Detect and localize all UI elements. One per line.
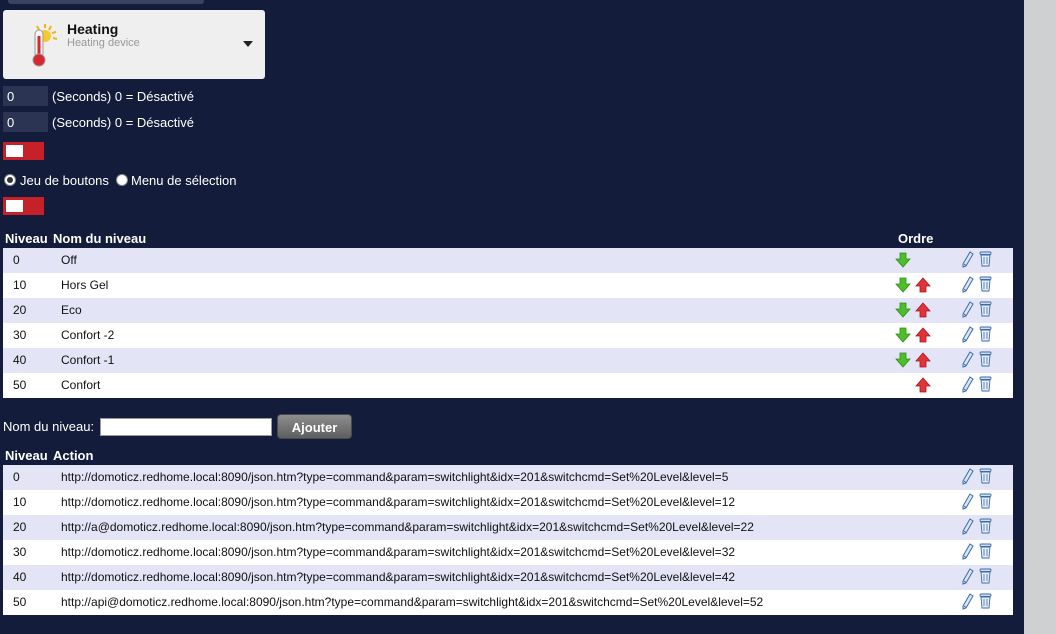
actions-value-cell: http://domoticz.redhome.local:8090/json.… <box>51 465 891 490</box>
arrow-down-icon[interactable] <box>895 252 911 268</box>
trash-icon[interactable] <box>979 593 992 609</box>
table-row: 40 Confort -1 <box>3 348 1013 373</box>
levels-level-cell: 30 <box>3 323 51 348</box>
device-selector[interactable]: Heating Heating device <box>3 10 265 79</box>
radio-menu-label: Menu de sélection <box>131 173 237 188</box>
radio-buttons-style[interactable] <box>4 174 16 186</box>
trash-icon[interactable] <box>979 518 992 534</box>
actions-header-level: Niveau <box>5 448 48 463</box>
delay-hint-1: (Seconds) 0 = Désactivé <box>52 89 194 104</box>
pencil-icon[interactable] <box>960 468 974 485</box>
levels-value-cell: Confort <box>51 373 891 398</box>
arrow-up-icon[interactable] <box>915 302 931 318</box>
table-row: 50 Confort <box>3 373 1013 398</box>
actions-level-cell: 20 <box>3 515 51 540</box>
levels-level-cell: 40 <box>3 348 51 373</box>
device-name: Heating <box>67 21 119 37</box>
actions-value-cell: http://a@domoticz.redhome.local:8090/jso… <box>51 515 891 540</box>
device-subtitle: Heating device <box>67 37 140 49</box>
pencil-icon[interactable] <box>960 493 974 510</box>
arrow-down-icon[interactable] <box>895 352 911 368</box>
pencil-icon[interactable] <box>960 301 974 318</box>
arrow-down-icon[interactable] <box>895 277 911 293</box>
arrow-up-icon[interactable] <box>915 352 931 368</box>
pencil-icon[interactable] <box>960 251 974 268</box>
levels-value-cell: Hors Gel <box>51 273 891 298</box>
levels-header-name: Nom du niveau <box>53 231 147 246</box>
levels-header-level: Niveau <box>5 231 48 246</box>
arrow-up-icon[interactable] <box>915 327 931 343</box>
levels-header-order: Ordre <box>898 231 934 246</box>
levels-value-cell: Confort -2 <box>51 323 891 348</box>
pencil-icon[interactable] <box>960 351 974 368</box>
top-control-remnant <box>8 0 204 4</box>
trash-icon[interactable] <box>979 493 992 509</box>
levels-level-cell: 10 <box>3 273 51 298</box>
arrow-down-icon[interactable] <box>895 302 911 318</box>
trash-icon[interactable] <box>979 251 992 267</box>
level-name-input[interactable] <box>100 418 272 436</box>
levels-level-cell: 50 <box>3 373 51 398</box>
table-row: 10 Hors Gel <box>3 273 1013 298</box>
pencil-icon[interactable] <box>960 276 974 293</box>
actions-level-cell: 0 <box>3 465 51 490</box>
actions-value-cell: http://api@domoticz.redhome.local:8090/j… <box>51 590 891 615</box>
table-row: 20 http://a@domoticz.redhome.local:8090/j… <box>3 515 1013 540</box>
page-scrollbar[interactable] <box>1024 0 1056 634</box>
table-row: 50 http://api@domoticz.redhome.local:8090… <box>3 590 1013 615</box>
actions-value-cell: http://domoticz.redhome.local:8090/json.… <box>51 565 891 590</box>
table-row: 0 http://domoticz.redhome.local:8090/json… <box>3 465 1013 490</box>
trash-icon[interactable] <box>979 276 992 292</box>
levels-level-cell: 20 <box>3 298 51 323</box>
actions-level-cell: 30 <box>3 540 51 565</box>
table-row: 10 http://domoticz.redhome.local:8090/jso… <box>3 490 1013 515</box>
actions-value-cell: http://domoticz.redhome.local:8090/json.… <box>51 540 891 565</box>
trash-icon[interactable] <box>979 568 992 584</box>
chevron-down-icon[interactable] <box>243 41 253 47</box>
actions-header-action: Action <box>53 448 94 463</box>
table-row: 30 Confort -2 <box>3 323 1013 348</box>
trash-icon[interactable] <box>979 376 992 392</box>
pencil-icon[interactable] <box>960 568 974 585</box>
levels-value-cell: Confort -1 <box>51 348 891 373</box>
pencil-icon[interactable] <box>960 326 974 343</box>
pencil-icon[interactable] <box>960 376 974 393</box>
table-row: 20 Eco <box>3 298 1013 323</box>
pencil-icon[interactable] <box>960 543 974 560</box>
table-row: 0 Off <box>3 248 1013 273</box>
trash-icon[interactable] <box>979 301 992 317</box>
actions-value-cell: http://domoticz.redhome.local:8090/json.… <box>51 490 891 515</box>
arrow-up-icon[interactable] <box>915 277 931 293</box>
trash-icon[interactable] <box>979 351 992 367</box>
radio-buttons-label: Jeu de boutons <box>20 173 109 188</box>
levels-level-cell: 0 <box>3 248 51 273</box>
trash-icon[interactable] <box>979 543 992 559</box>
arrow-down-icon[interactable] <box>895 327 911 343</box>
thermometer-sun-icon <box>32 24 58 67</box>
levels-value-cell: Off <box>51 248 891 273</box>
actions-level-cell: 10 <box>3 490 51 515</box>
table-row: 40 http://domoticz.redhome.local:8090/jso… <box>3 565 1013 590</box>
add-level-button[interactable]: Ajouter <box>277 414 352 439</box>
actions-table: 0 http://domoticz.redhome.local:8090/json… <box>3 465 1013 615</box>
radio-menu-style[interactable] <box>116 174 128 186</box>
actions-level-cell: 40 <box>3 565 51 590</box>
trash-icon[interactable] <box>979 326 992 342</box>
level-name-label: Nom du niveau: <box>3 419 95 434</box>
delay-input-2[interactable] <box>3 112 48 132</box>
actions-level-cell: 50 <box>3 590 51 615</box>
trash-icon[interactable] <box>979 468 992 484</box>
pencil-icon[interactable] <box>960 518 974 535</box>
levels-value-cell: Eco <box>51 298 891 323</box>
toggle-switch-2[interactable] <box>3 197 44 215</box>
table-row: 30 http://domoticz.redhome.local:8090/jso… <box>3 540 1013 565</box>
delay-hint-2: (Seconds) 0 = Désactivé <box>52 115 194 130</box>
arrow-up-icon[interactable] <box>915 377 931 393</box>
levels-table: 0 Off 10 Hors Gel 20 Eco 30 Confort -2 40 Confort… <box>3 248 1013 398</box>
pencil-icon[interactable] <box>960 593 974 610</box>
toggle-switch-1[interactable] <box>3 142 44 160</box>
delay-input-1[interactable] <box>3 86 48 106</box>
